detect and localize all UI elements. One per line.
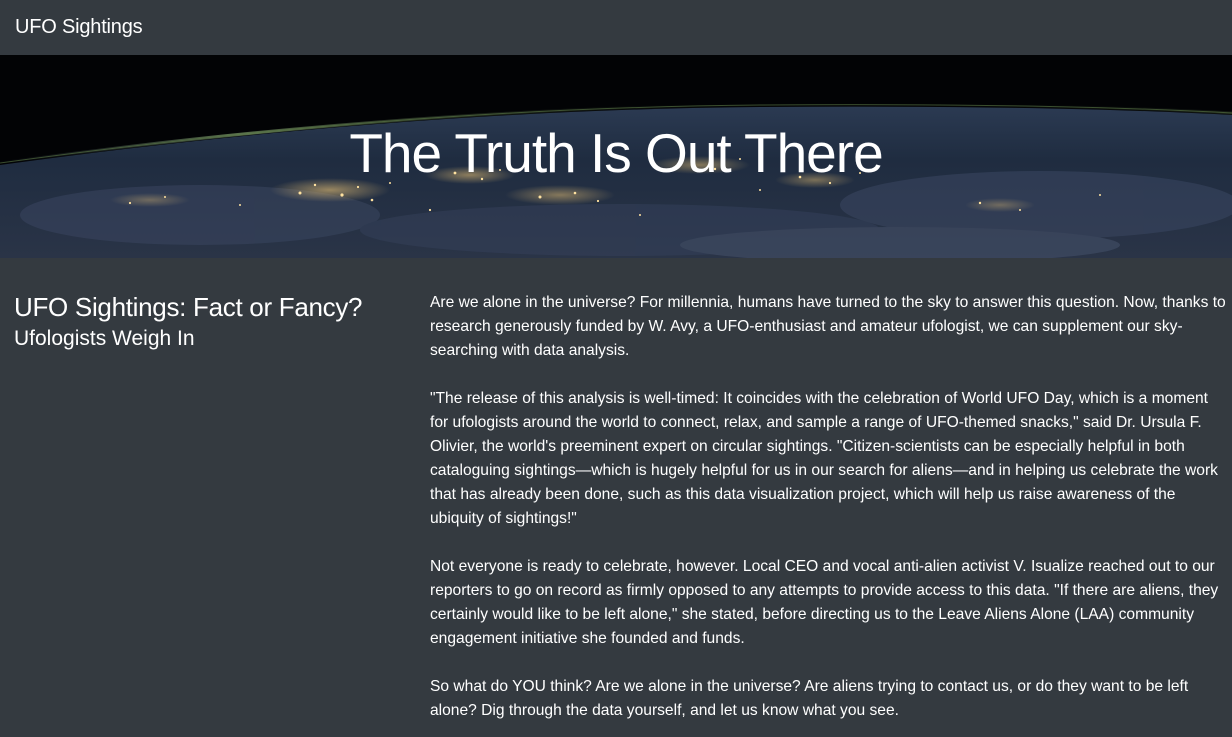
article-paragraph: "The release of this analysis is well-ti… bbox=[430, 390, 1218, 527]
hero-title: The Truth Is Out There bbox=[349, 122, 883, 184]
article-body: Are we alone in the universe? For millen… bbox=[430, 291, 1230, 737]
article-paragraph: Not everyone is ready to celebrate, howe… bbox=[430, 558, 1219, 647]
navbar: UFO Sightings bbox=[0, 0, 1232, 55]
article-headline: UFO Sightings: Fact or Fancy? bbox=[14, 292, 363, 322]
sidebar: UFO Sightings: Fact or Fancy? Ufologists… bbox=[0, 291, 430, 737]
article-paragraph: Are we alone in the universe? For millen… bbox=[430, 294, 1226, 359]
article-subheadline: Ufologists Weigh In bbox=[14, 327, 195, 350]
article-paragraph: So what do YOU think? Are we alone in th… bbox=[430, 678, 1189, 719]
hero-banner: The Truth Is Out There bbox=[0, 55, 1232, 258]
main-content: UFO Sightings: Fact or Fancy? Ufologists… bbox=[0, 258, 1232, 737]
navbar-brand-link[interactable]: UFO Sightings bbox=[15, 16, 143, 39]
